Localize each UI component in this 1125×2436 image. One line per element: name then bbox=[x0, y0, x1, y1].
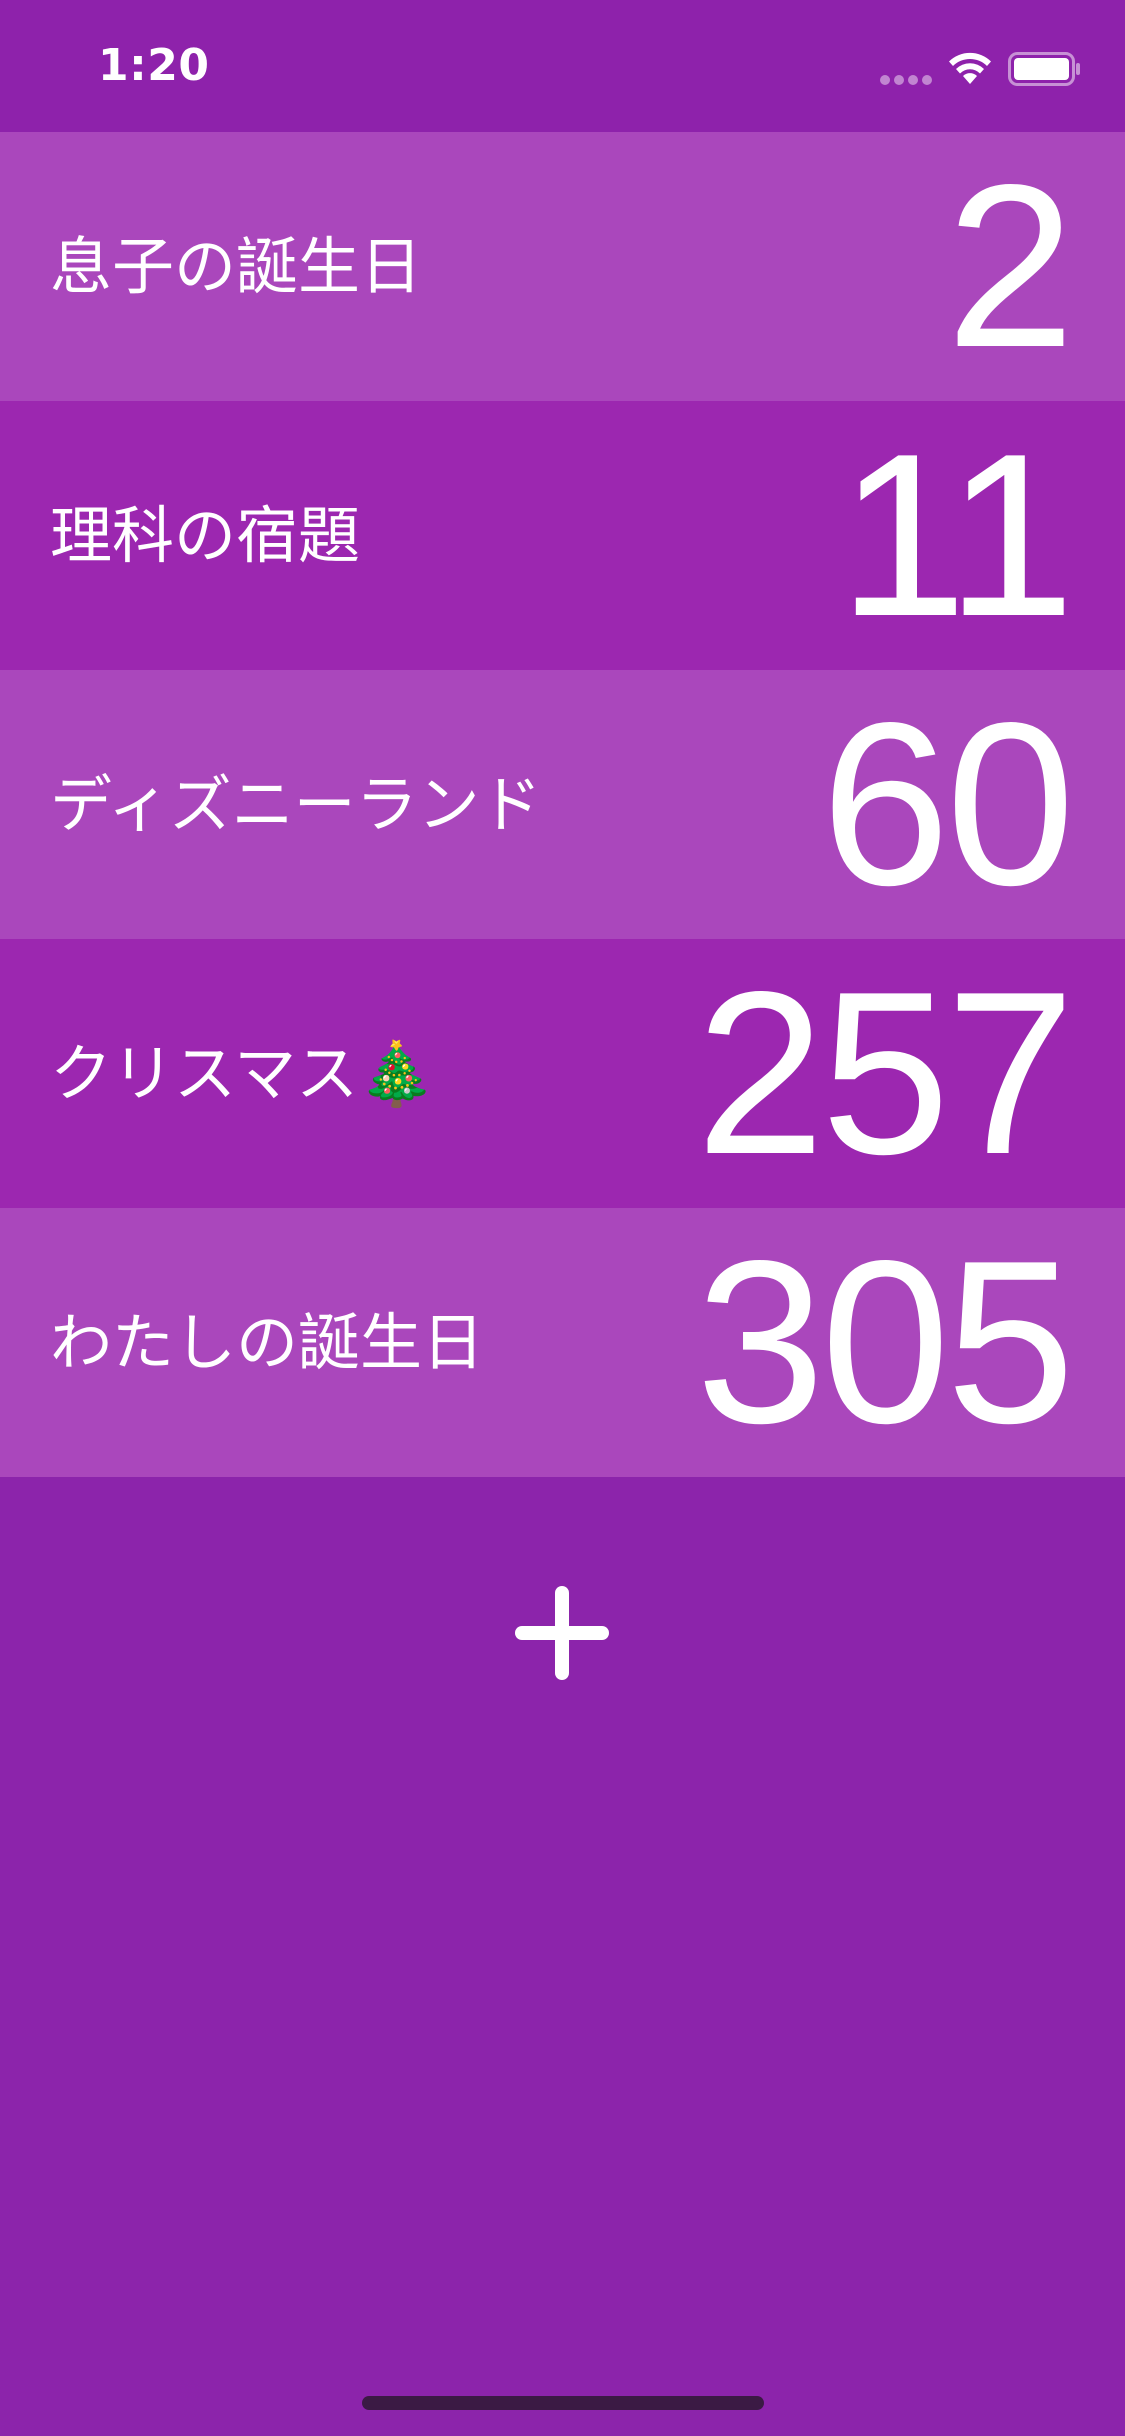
wifi-icon bbox=[949, 52, 991, 84]
event-row[interactable]: 息子の誕生日 2 bbox=[0, 132, 1125, 401]
event-days-count: 305 bbox=[695, 1213, 1075, 1472]
event-row[interactable]: クリスマス🎄 257 bbox=[0, 939, 1125, 1208]
battery-icon bbox=[1008, 52, 1080, 86]
status-bar: 1:20 bbox=[0, 0, 1125, 132]
event-row[interactable]: ディズニーランド 60 bbox=[0, 670, 1125, 939]
event-label: クリスマス🎄 bbox=[50, 1037, 436, 1110]
event-row[interactable]: 理科の宿題 11 bbox=[0, 401, 1125, 670]
event-label: ディズニーランド bbox=[50, 768, 542, 841]
event-days-count: 2 bbox=[945, 137, 1075, 396]
event-label: 息子の誕生日 bbox=[50, 230, 423, 303]
event-days-count: 60 bbox=[820, 675, 1075, 934]
event-days-count: 257 bbox=[695, 944, 1075, 1203]
event-label: わたしの誕生日 bbox=[50, 1306, 485, 1379]
event-row[interactable]: わたしの誕生日 305 bbox=[0, 1208, 1125, 1477]
status-time: 1:20 bbox=[98, 40, 210, 91]
add-event-button[interactable] bbox=[512, 1583, 612, 1683]
cellular-signal-icon bbox=[880, 75, 934, 85]
home-indicator[interactable] bbox=[362, 2396, 764, 2410]
event-label: 理科の宿題 bbox=[50, 499, 361, 572]
event-days-count: 11 bbox=[838, 406, 1075, 665]
event-list: 息子の誕生日 2 理科の宿題 11 ディズニーランド 60 クリスマス🎄 257… bbox=[0, 132, 1125, 1477]
